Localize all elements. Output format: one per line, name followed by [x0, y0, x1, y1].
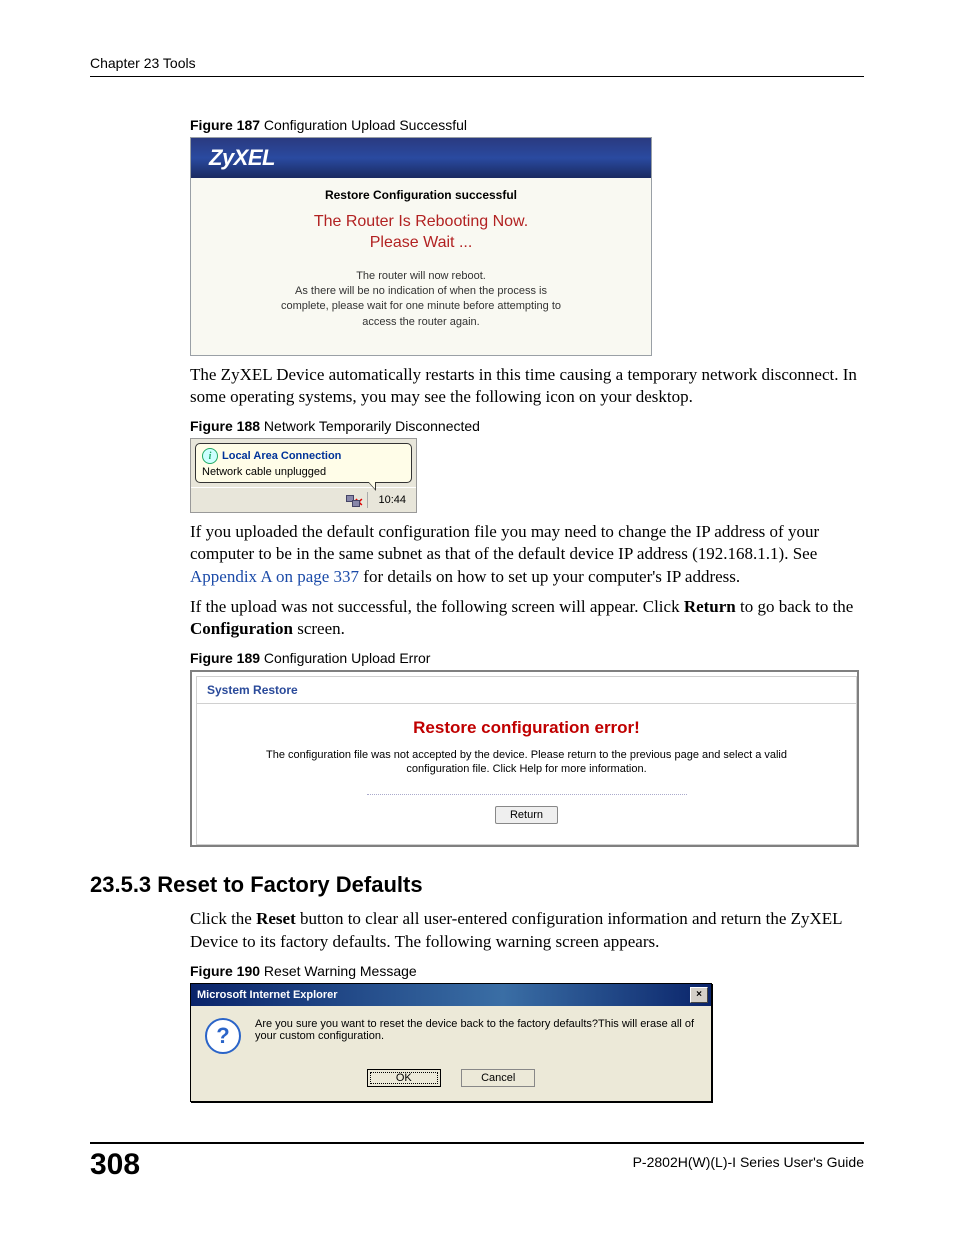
appendix-a-xref[interactable]: Appendix A on page 337 [190, 567, 359, 586]
figure-188-screenshot: i Local Area Connection Network cable un… [190, 438, 417, 513]
paragraph-ip-address: If you uploaded the default configuratio… [190, 521, 864, 587]
restore-error-headline: Restore configuration error! [197, 704, 856, 748]
zyxel-logo: ZyXEL [209, 145, 275, 171]
balloon-message: Network cable unplugged [202, 466, 405, 478]
close-icon[interactable]: × [690, 987, 708, 1003]
paragraph-restart-note: The ZyXEL Device automatically restarts … [190, 364, 864, 408]
paragraph-upload-failed: If the upload was not successful, the fo… [190, 596, 864, 640]
restore-error-message: The configuration file was not accepted … [197, 748, 856, 777]
figure-190-title: Reset Warning Message [260, 963, 417, 979]
dialog-message: Are you sure you want to reset the devic… [255, 1018, 697, 1042]
dialog-title: Microsoft Internet Explorer [197, 989, 338, 1001]
figure-187-title: Configuration Upload Successful [260, 117, 467, 133]
system-restore-panel-title: System Restore [197, 677, 856, 704]
paragraph-reset-instructions: Click the Reset button to clear all user… [190, 908, 864, 952]
figure-190-number: Figure 190 [190, 963, 260, 979]
page-number: 308 [90, 1148, 140, 1182]
page-footer: 308 P-2802H(W)(L)-I Series User's Guide [90, 1142, 864, 1182]
figure-190-caption: Figure 190 Reset Warning Message [190, 963, 864, 979]
dialog-titlebar: Microsoft Internet Explorer × [191, 984, 711, 1006]
figure-189-screenshot: System Restore Restore configuration err… [190, 670, 859, 848]
figure-188-caption: Figure 188 Network Temporarily Disconnec… [190, 418, 864, 434]
figure-187-screenshot: ZyXEL Restore Configuration successful T… [190, 137, 652, 356]
ok-button[interactable]: OK [367, 1069, 441, 1087]
network-disconnected-icon: ✕ [345, 493, 361, 507]
figure-187-caption: Figure 187 Configuration Upload Successf… [190, 117, 864, 133]
figure-189-title: Configuration Upload Error [260, 650, 430, 666]
restore-success-header: Restore Configuration successful [209, 188, 633, 202]
figure-190-screenshot: Microsoft Internet Explorer × ? Are you … [190, 983, 712, 1102]
question-icon: ? [205, 1018, 241, 1054]
reboot-note: The router will now reboot. As there wil… [209, 269, 633, 331]
section-heading-reset: 23.5.3 Reset to Factory Defaults [90, 872, 864, 898]
figure-188-title: Network Temporarily Disconnected [260, 418, 480, 434]
guide-title: P-2802H(W)(L)-I Series User's Guide [633, 1154, 864, 1170]
return-button[interactable]: Return [495, 806, 558, 824]
reboot-message: The Router Is Rebooting Now. Please Wait… [209, 212, 633, 254]
figure-189-number: Figure 189 [190, 650, 260, 666]
figure-187-number: Figure 187 [190, 117, 260, 133]
tray-balloon: i Local Area Connection Network cable un… [195, 443, 412, 483]
zyxel-brand-bar: ZyXEL [191, 138, 651, 178]
info-icon: i [202, 448, 218, 464]
cancel-button[interactable]: Cancel [461, 1069, 535, 1087]
figure-188-number: Figure 188 [190, 418, 260, 434]
figure-189-caption: Figure 189 Configuration Upload Error [190, 650, 864, 666]
tray-clock: 10:44 [367, 492, 411, 508]
running-header: Chapter 23 Tools [90, 55, 864, 77]
system-tray: ✕ 10:44 [191, 487, 416, 512]
balloon-title: Local Area Connection [222, 450, 341, 462]
